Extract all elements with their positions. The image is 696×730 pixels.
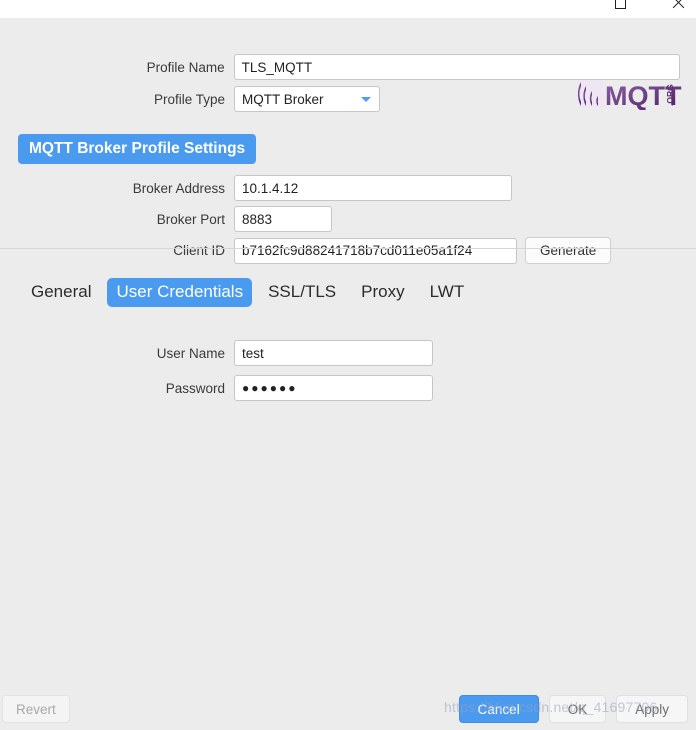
section-header-mqtt-broker-profile-settings[interactable]: MQTT Broker Profile Settings	[18, 134, 257, 165]
password-input[interactable]: ●●●●●●	[234, 375, 433, 401]
cancel-button[interactable]: Cancel	[458, 695, 539, 723]
apply-button[interactable]: Apply	[616, 695, 688, 723]
svg-text:.ORG: .ORG	[665, 84, 675, 106]
broker-address-input[interactable]: 10.1.4.12	[234, 175, 512, 201]
section-divider	[0, 248, 696, 249]
title-bar	[0, 0, 696, 18]
client-id-row: Client ID b7162fc9d88241718b7cd011e05a1f…	[0, 237, 620, 264]
revert-button[interactable]: Revert	[2, 695, 70, 723]
generate-client-id-button[interactable]: Generate	[525, 237, 612, 264]
broker-address-row: Broker Address 10.1.4.12	[0, 175, 520, 201]
broker-port-row: Broker Port 8883	[0, 206, 420, 232]
broker-port-input[interactable]: 8883	[234, 206, 332, 232]
footer-button-group: Cancel OK Apply	[458, 695, 688, 723]
close-icon	[671, 0, 685, 10]
chevron-down-icon	[361, 97, 371, 102]
broker-port-label: Broker Port	[156, 211, 225, 227]
profile-name-label: Profile Name	[146, 59, 225, 75]
tab-ssl-tls[interactable]: SSL/TLS	[259, 278, 345, 307]
tab-proxy[interactable]: Proxy	[352, 278, 413, 307]
window-controls	[606, 0, 692, 14]
mqtt-org-logo: MQTT .ORG	[577, 78, 682, 111]
profile-type-select[interactable]: MQTT Broker	[234, 86, 380, 112]
maximize-button[interactable]	[606, 0, 634, 14]
password-row: Password ●●●●●●	[0, 375, 440, 401]
profile-name-input[interactable]: TLS_MQTT	[233, 54, 680, 80]
user-name-label: User Name	[156, 345, 225, 361]
client-id-label: Client ID	[173, 243, 225, 258]
user-name-row: User Name test	[0, 340, 440, 366]
tab-user-credentials[interactable]: User Credentials	[107, 278, 253, 307]
dialog-footer: Revert Cancel OK Apply	[0, 684, 696, 730]
dialog-body: Profile Name TLS_MQTT Profile Type MQTT …	[0, 18, 696, 730]
ok-button[interactable]: OK	[548, 695, 607, 723]
profile-type-row: Profile Type MQTT Broker	[0, 86, 400, 112]
client-id-input[interactable]: b7162fc9d88241718b7cd011e05a1f24	[234, 237, 517, 264]
tab-general[interactable]: General	[22, 278, 100, 307]
password-label: Password	[165, 380, 225, 396]
profile-type-value: MQTT Broker	[242, 91, 324, 107]
tab-lwt[interactable]: LWT	[421, 278, 474, 307]
user-name-input[interactable]: test	[234, 340, 433, 366]
close-button[interactable]	[664, 0, 692, 14]
profile-type-label: Profile Type	[153, 91, 225, 107]
profile-name-row: Profile Name TLS_MQTT	[0, 54, 680, 80]
broker-address-label: Broker Address	[132, 180, 225, 196]
maximize-icon	[614, 0, 626, 9]
tab-bar: General User Credentials SSL/TLS Proxy L…	[22, 278, 473, 307]
